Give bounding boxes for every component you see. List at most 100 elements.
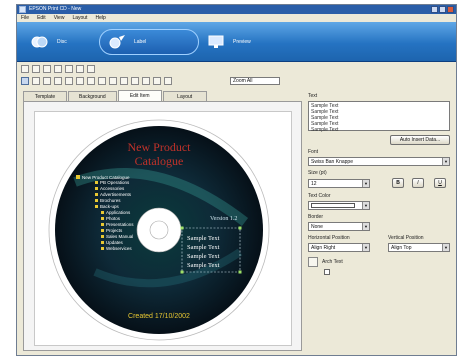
guides-icon[interactable]: [164, 77, 172, 85]
save-icon[interactable]: [32, 65, 40, 73]
resize-handle[interactable]: [238, 270, 242, 274]
label-pen-icon: [109, 35, 125, 49]
arch-text-checkbox[interactable]: [324, 269, 330, 275]
chevron-down-icon: ▼: [362, 244, 369, 251]
sample-text-line: Sample Text: [187, 253, 220, 260]
italic-button[interactable]: I: [412, 178, 424, 188]
edit-toolbar: [21, 76, 172, 86]
arch-text-label: Arch Text: [322, 259, 343, 265]
tab-template[interactable]: Template: [23, 91, 67, 101]
auto-insert-data-button[interactable]: Auto Insert Data...: [390, 135, 450, 145]
text-label: Text: [308, 93, 318, 99]
resize-handle[interactable]: [180, 270, 184, 274]
help-icon[interactable]: [87, 65, 95, 73]
mode-preview[interactable]: Preview: [199, 29, 275, 55]
border-select[interactable]: None ▼: [308, 222, 370, 231]
minimize-icon[interactable]: [431, 6, 438, 13]
zoom-select[interactable]: Zoom All: [230, 77, 280, 85]
border-label: Border: [308, 214, 324, 220]
arch-text-icon[interactable]: [308, 257, 318, 267]
maximize-icon[interactable]: [439, 6, 446, 13]
redo-icon[interactable]: [76, 65, 84, 73]
list-item: Applications: [106, 210, 131, 215]
text-line: Sample Text: [311, 127, 339, 133]
zoom-out-icon[interactable]: [142, 77, 150, 85]
zoom-in-icon[interactable]: [131, 77, 139, 85]
send-back-icon[interactable]: [120, 77, 128, 85]
folder-icon: [101, 235, 104, 238]
disc-title-line2[interactable]: Catalogue: [135, 154, 184, 168]
mode-bar: Disc Label Preview: [17, 22, 456, 62]
mode-disc[interactable]: Disc: [23, 29, 87, 55]
folder-icon: [95, 205, 98, 208]
paper: New Product Catalogue New Product Catalo…: [34, 111, 292, 346]
mode-label[interactable]: Label: [99, 29, 199, 55]
chevron-down-icon: ▼: [362, 180, 369, 187]
list-item: Updates: [106, 240, 124, 245]
menu-view[interactable]: View: [54, 14, 65, 22]
ellipse-icon[interactable]: [98, 77, 106, 85]
text-icon[interactable]: [32, 77, 40, 85]
disc-icon: [31, 36, 48, 48]
resize-handle[interactable]: [180, 226, 184, 230]
title-bar: EPSON Print CD - New: [17, 5, 456, 14]
list-item: Advertisements: [100, 192, 132, 197]
folder-icon: [95, 193, 98, 196]
folder-icon: [101, 217, 104, 220]
undo-icon[interactable]: [65, 65, 73, 73]
horizontal-position-select[interactable]: Align Right ▼: [308, 243, 370, 252]
disc-title-line1[interactable]: New Product: [128, 140, 192, 154]
disc-created-text[interactable]: Created 17/10/2002: [128, 313, 190, 320]
resize-handle[interactable]: [238, 226, 242, 230]
disc-version-text[interactable]: Version 1.2: [210, 216, 237, 222]
properties-panel: Text Sample Text Sample Text Sample Text…: [306, 91, 456, 353]
chart-icon[interactable]: [65, 77, 73, 85]
folder-icon: [101, 247, 104, 250]
image-icon[interactable]: [43, 77, 51, 85]
window-title: EPSON Print CD - New: [29, 6, 82, 12]
folder-icon: [101, 241, 104, 244]
sample-text-line: Sample Text: [187, 244, 220, 251]
font-select[interactable]: Swiss Ban Knappe ▼: [308, 157, 450, 166]
app-icon: [19, 6, 26, 13]
tab-layout[interactable]: Layout: [162, 91, 207, 101]
app-window: EPSON Print CD - New File Edit View Layo…: [16, 4, 457, 356]
table-icon[interactable]: [54, 77, 62, 85]
select-icon[interactable]: [21, 77, 29, 85]
menu-bar: File Edit View Layout Help: [17, 14, 456, 22]
rectangle-icon[interactable]: [87, 77, 95, 85]
list-item: Accessories: [100, 186, 125, 191]
sample-text-line: Sample Text: [187, 235, 220, 242]
chevron-down-icon: ▼: [362, 202, 369, 209]
print-icon[interactable]: [43, 65, 51, 73]
preview-monitor-icon: [208, 35, 224, 48]
text-lines-box[interactable]: Sample Text Sample Text Sample Text Samp…: [308, 101, 450, 133]
design-canvas[interactable]: New Product Catalogue New Product Catalo…: [23, 101, 302, 351]
list-item: Projects: [106, 228, 123, 233]
text-color-select[interactable]: ▼: [308, 201, 370, 210]
close-icon[interactable]: [447, 6, 454, 13]
bring-front-icon[interactable]: [109, 77, 117, 85]
line-icon[interactable]: [76, 77, 84, 85]
list-item: Photos: [106, 216, 121, 221]
menu-file[interactable]: File: [21, 14, 29, 22]
tab-edit-item[interactable]: Edit Item: [117, 90, 162, 101]
underline-button[interactable]: U: [434, 178, 446, 188]
folder-icon: [95, 187, 98, 190]
brush-icon[interactable]: [54, 65, 62, 73]
folder-icon: [101, 211, 104, 214]
folder-icon: [101, 229, 104, 232]
folder-icon: [76, 175, 80, 179]
list-item: Webservices: [106, 246, 132, 251]
menu-help[interactable]: Help: [95, 14, 105, 22]
bold-button[interactable]: B: [392, 178, 404, 188]
open-icon[interactable]: [21, 65, 29, 73]
grid-icon[interactable]: [153, 77, 161, 85]
folder-icon: [95, 181, 98, 184]
tab-background[interactable]: Background: [68, 91, 117, 101]
menu-layout[interactable]: Layout: [72, 14, 87, 22]
menu-edit[interactable]: Edit: [37, 14, 46, 22]
vertical-position-select[interactable]: Align Top ▼: [388, 243, 450, 252]
size-select[interactable]: 12 ▼: [308, 179, 370, 188]
list-item: Presentations: [106, 222, 134, 227]
